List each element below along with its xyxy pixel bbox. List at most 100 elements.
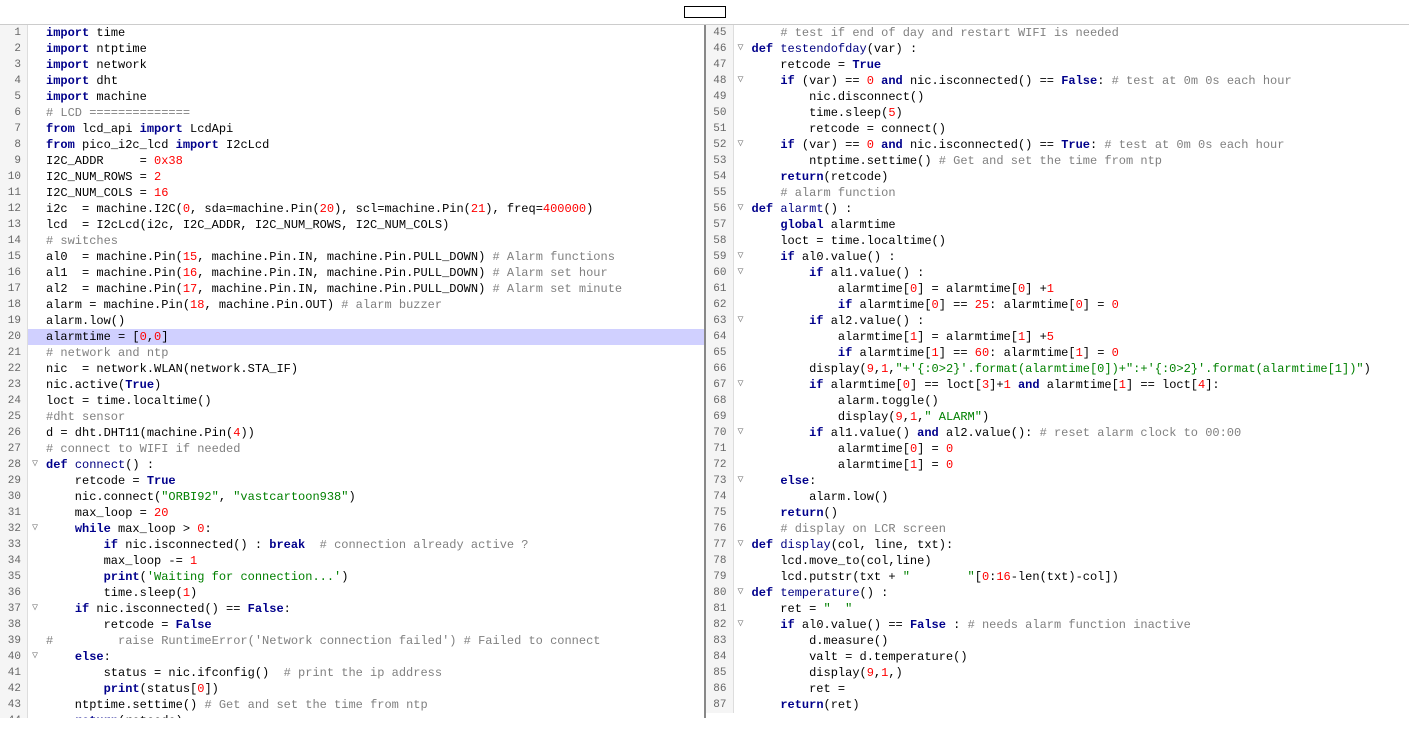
code-content: al1 = machine.Pin(16, machine.Pin.IN, ma… bbox=[42, 265, 704, 281]
fold-gutter[interactable]: ▽ bbox=[734, 265, 748, 281]
fold-gutter[interactable]: ▽ bbox=[734, 617, 748, 633]
code-content: # LCD ============== bbox=[42, 105, 704, 121]
line-number: 37 bbox=[0, 601, 28, 617]
table-row: 30 nic.connect("ORBI92", "vastcartoon938… bbox=[0, 489, 704, 505]
line-number: 29 bbox=[0, 473, 28, 489]
line-number: 26 bbox=[0, 425, 28, 441]
line-number: 80 bbox=[706, 585, 734, 601]
code-content: if (var) == 0 and nic.isconnected() == F… bbox=[748, 73, 1409, 89]
table-row: 47 retcode = True bbox=[706, 57, 1409, 73]
line-number: 46 bbox=[706, 41, 734, 57]
table-row: 44 return(retcode) bbox=[0, 713, 704, 718]
fold-gutter[interactable]: ▽ bbox=[734, 137, 748, 153]
line-number: 65 bbox=[706, 345, 734, 361]
line-number: 14 bbox=[0, 233, 28, 249]
line-number: 33 bbox=[0, 537, 28, 553]
line-number: 63 bbox=[706, 313, 734, 329]
line-number: 43 bbox=[0, 697, 28, 713]
line-number: 79 bbox=[706, 569, 734, 585]
fold-gutter[interactable]: ▽ bbox=[28, 457, 42, 473]
code-content: # network and ntp bbox=[42, 345, 704, 361]
fold-gutter[interactable]: ▽ bbox=[28, 521, 42, 537]
line-number: 76 bbox=[706, 521, 734, 537]
line-number: 13 bbox=[0, 217, 28, 233]
fold-gutter[interactable]: ▽ bbox=[734, 201, 748, 217]
line-number: 28 bbox=[0, 457, 28, 473]
table-row: 77▽def display(col, line, txt): bbox=[706, 537, 1409, 553]
line-number: 31 bbox=[0, 505, 28, 521]
fold-gutter[interactable]: ▽ bbox=[734, 313, 748, 329]
line-number: 35 bbox=[0, 569, 28, 585]
fold-gutter[interactable]: ▽ bbox=[28, 649, 42, 665]
table-row: 31 max_loop = 20 bbox=[0, 505, 704, 521]
table-row: 37▽ if nic.isconnected() == False: bbox=[0, 601, 704, 617]
fold-gutter[interactable]: ▽ bbox=[734, 249, 748, 265]
line-number: 5 bbox=[0, 89, 28, 105]
table-row: 57 global alarmtime bbox=[706, 217, 1409, 233]
line-number: 82 bbox=[706, 617, 734, 633]
fold-gutter[interactable]: ▽ bbox=[734, 473, 748, 489]
code-content: import network bbox=[42, 57, 704, 73]
code-content: alarmtime[0] = alarmtime[0] +1 bbox=[748, 281, 1409, 297]
table-row: 18alarm = machine.Pin(18, machine.Pin.OU… bbox=[0, 297, 704, 313]
table-row: 73▽ else: bbox=[706, 473, 1409, 489]
fold-gutter[interactable]: ▽ bbox=[734, 41, 748, 57]
table-row: 79 lcd.putstr(txt + " "[0:16-len(txt)-co… bbox=[706, 569, 1409, 585]
table-row: 52▽ if (var) == 0 and nic.isconnected() … bbox=[706, 137, 1409, 153]
line-number: 64 bbox=[706, 329, 734, 345]
line-number: 60 bbox=[706, 265, 734, 281]
code-content: if nic.isconnected() : break # connectio… bbox=[42, 537, 704, 553]
code-content: d.measure() bbox=[748, 633, 1409, 649]
code-content: else: bbox=[748, 473, 1409, 489]
code-content: def connect() : bbox=[42, 457, 704, 473]
code-content: from lcd_api import LcdApi bbox=[42, 121, 704, 137]
code-content: # raise RuntimeError('Network connection… bbox=[42, 633, 704, 649]
code-content: alarmtime = [0,0] bbox=[42, 329, 704, 345]
table-row: 21# network and ntp bbox=[0, 345, 704, 361]
table-row: 74 alarm.low() bbox=[706, 489, 1409, 505]
line-number: 40 bbox=[0, 649, 28, 665]
right-code-pane[interactable]: 45 # test if end of day and restart WIFI… bbox=[706, 25, 1409, 718]
table-row: 70▽ if al1.value() and al2.value(): # re… bbox=[706, 425, 1409, 441]
table-row: 42 print(status[0]) bbox=[0, 681, 704, 697]
code-content: lcd = I2cLcd(i2c, I2C_ADDR, I2C_NUM_ROWS… bbox=[42, 217, 704, 233]
table-row: 43 ntptime.settime() # Get and set the t… bbox=[0, 697, 704, 713]
line-number: 6 bbox=[0, 105, 28, 121]
line-number: 17 bbox=[0, 281, 28, 297]
fold-gutter[interactable]: ▽ bbox=[734, 377, 748, 393]
line-number: 54 bbox=[706, 169, 734, 185]
code-content: display(9,1,"+'{:0>2}'.format(alarmtime[… bbox=[748, 361, 1409, 377]
table-row: 61 alarmtime[0] = alarmtime[0] +1 bbox=[706, 281, 1409, 297]
left-code-pane[interactable]: 1import time2import ntptime3import netwo… bbox=[0, 25, 706, 718]
code-content: display(9,1," ALARM") bbox=[748, 409, 1409, 425]
code-content: al2 = machine.Pin(17, machine.Pin.IN, ma… bbox=[42, 281, 704, 297]
line-number: 47 bbox=[706, 57, 734, 73]
fold-gutter[interactable]: ▽ bbox=[734, 73, 748, 89]
table-row: 81 ret = " " bbox=[706, 601, 1409, 617]
fold-gutter[interactable]: ▽ bbox=[28, 601, 42, 617]
line-number: 48 bbox=[706, 73, 734, 89]
table-row: 13 lcd = I2cLcd(i2c, I2C_ADDR, I2C_NUM_RO… bbox=[0, 217, 704, 233]
fold-gutter[interactable]: ▽ bbox=[734, 425, 748, 441]
table-row: 76 # display on LCR screen bbox=[706, 521, 1409, 537]
code-content: d = dht.DHT11(machine.Pin(4)) bbox=[42, 425, 704, 441]
table-row: 2import ntptime bbox=[0, 41, 704, 57]
code-content: al0 = machine.Pin(15, machine.Pin.IN, ma… bbox=[42, 249, 704, 265]
table-row: 6 # LCD ============== bbox=[0, 105, 704, 121]
table-row: 78 lcd.move_to(col,line) bbox=[706, 553, 1409, 569]
line-number: 70 bbox=[706, 425, 734, 441]
table-row: 33 if nic.isconnected() : break # connec… bbox=[0, 537, 704, 553]
code-content: return() bbox=[748, 505, 1409, 521]
table-row: 38 retcode = False bbox=[0, 617, 704, 633]
code-content: # display on LCR screen bbox=[748, 521, 1409, 537]
code-content: nic.active(True) bbox=[42, 377, 704, 393]
fold-gutter[interactable]: ▽ bbox=[734, 585, 748, 601]
table-row: 9I2C_ADDR = 0x38 bbox=[0, 153, 704, 169]
table-row: 58 loct = time.localtime() bbox=[706, 233, 1409, 249]
line-number: 3 bbox=[0, 57, 28, 73]
line-number: 27 bbox=[0, 441, 28, 457]
line-number: 45 bbox=[706, 25, 734, 41]
line-number: 42 bbox=[0, 681, 28, 697]
line-number: 25 bbox=[0, 409, 28, 425]
fold-gutter[interactable]: ▽ bbox=[734, 537, 748, 553]
